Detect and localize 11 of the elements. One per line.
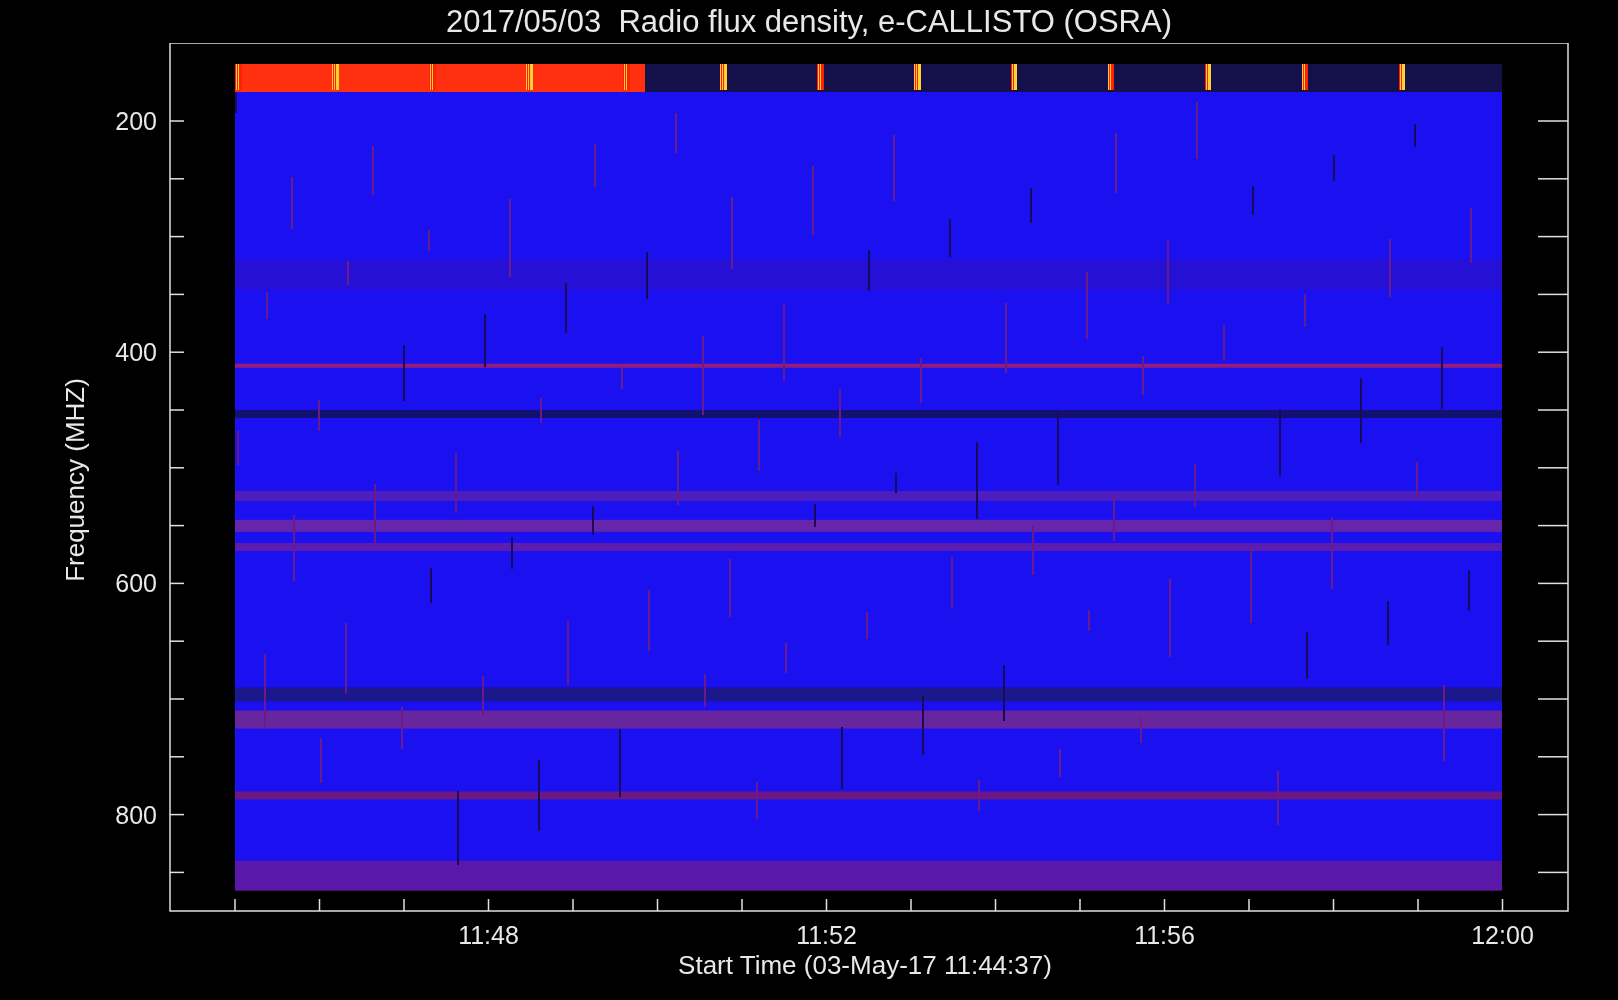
y-axis-label: Frequency (MHZ)	[60, 378, 90, 582]
chart-title: 2017/05/03 Radio flux density, e-CALLISTO (OSRA)	[446, 6, 1172, 37]
y-tick-label: 600	[115, 569, 157, 598]
x-tick-label: 11:48	[458, 921, 519, 949]
x-tick-label: 11:56	[1134, 921, 1195, 949]
y-tick-label: 400	[115, 338, 157, 367]
y-tick-label: 200	[115, 107, 157, 135]
x-axis-label: Start Time (03-May-17 11:44:37)	[678, 950, 1052, 980]
x-tick-label: 12:00	[1471, 921, 1534, 949]
y-tick-label: 800	[115, 800, 157, 829]
x-tick-label: 11:52	[796, 921, 857, 949]
